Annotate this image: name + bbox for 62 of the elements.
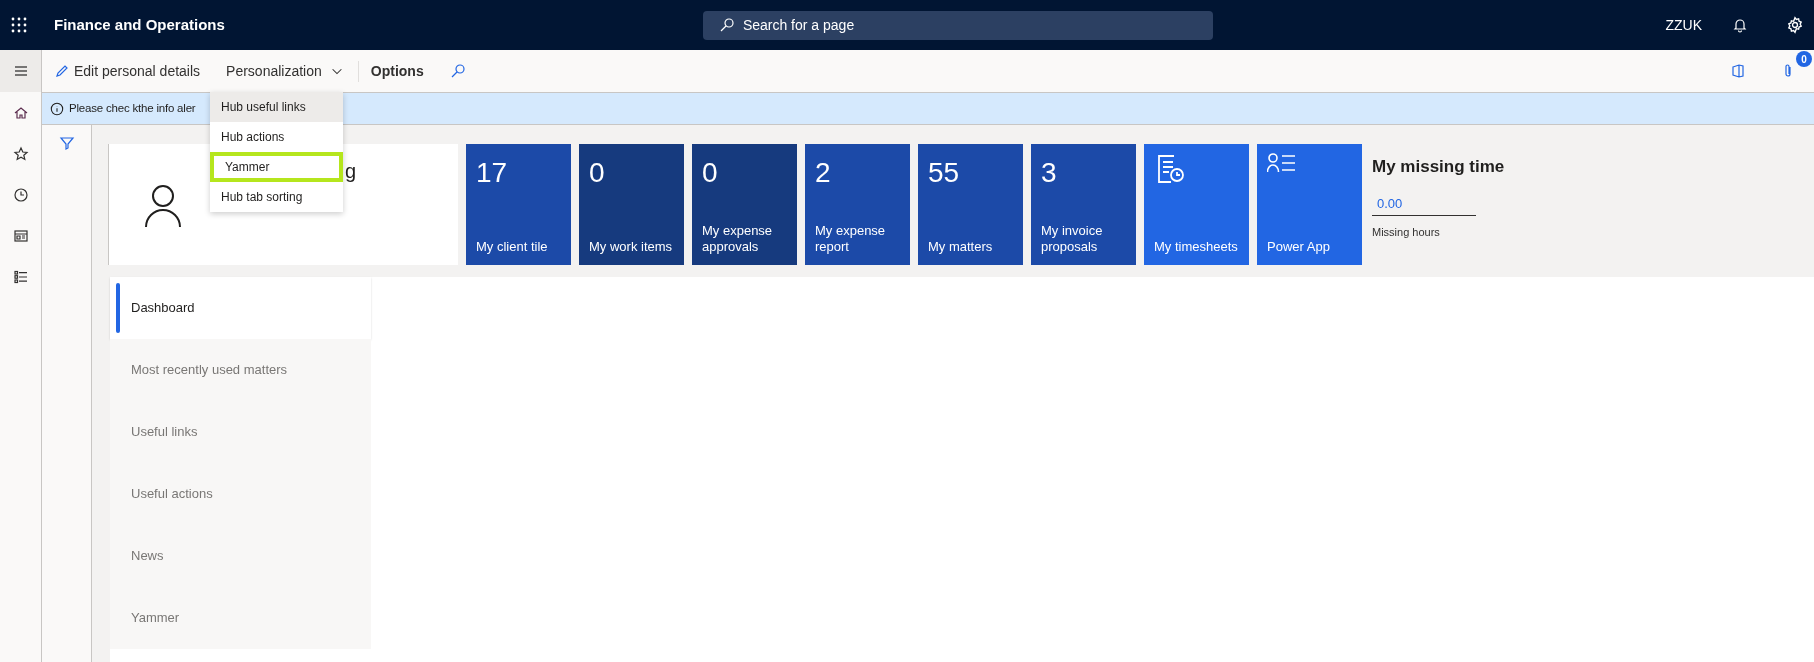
list-icon[interactable] bbox=[12, 268, 29, 285]
person-list-icon bbox=[1267, 152, 1297, 174]
hub-tab[interactable]: Useful links bbox=[110, 401, 371, 463]
profile-name: g bbox=[345, 159, 357, 184]
tile-label: My invoice proposals bbox=[1041, 223, 1104, 255]
options-button[interactable]: Options bbox=[357, 60, 424, 82]
office-icon[interactable] bbox=[1730, 63, 1746, 79]
hub-tab[interactable]: Useful actions bbox=[110, 463, 371, 525]
star-icon[interactable] bbox=[12, 145, 29, 162]
menu-icon bbox=[12, 63, 29, 79]
summary-tile[interactable]: Power App bbox=[1257, 144, 1362, 265]
tile-label: My expense report bbox=[815, 223, 887, 255]
summary-tile[interactable]: 55 My matters bbox=[918, 144, 1023, 265]
search-field[interactable]: Search for a page bbox=[742, 14, 1197, 36]
value-field: 0.00 bbox=[1372, 193, 1476, 216]
app-title: Finance and Operations bbox=[54, 14, 225, 35]
summary-tile[interactable]: 3 My invoice proposals bbox=[1031, 144, 1136, 265]
pencil-icon bbox=[54, 63, 70, 79]
workspace-icon[interactable] bbox=[12, 227, 29, 244]
search-bar[interactable]: Search for a page bbox=[702, 10, 1213, 40]
tile-count: 0 bbox=[702, 156, 719, 190]
menu-item[interactable]: Hub tab sorting bbox=[210, 182, 343, 212]
hub-tab[interactable]: News bbox=[110, 525, 371, 587]
selected-indicator bbox=[116, 283, 120, 333]
filter-icon[interactable] bbox=[58, 135, 75, 151]
info-message: Please chec kthe info aler bbox=[69, 100, 196, 116]
summary-tile[interactable]: 0 My work items bbox=[579, 144, 684, 265]
company-label[interactable]: ZZUK bbox=[1665, 14, 1702, 36]
tile-label: My expense approvals bbox=[702, 223, 774, 255]
menu-item[interactable]: Yammer bbox=[210, 152, 343, 182]
edit-button[interactable]: Edit personal details bbox=[54, 60, 201, 82]
hub-tab[interactable]: Most recently used matters bbox=[110, 339, 371, 401]
menu-item[interactable]: Hub actions bbox=[210, 122, 343, 152]
summary-tile[interactable]: 17 My client tile bbox=[466, 144, 571, 265]
bell-icon[interactable] bbox=[1732, 17, 1748, 33]
count-badge: 0 bbox=[1796, 51, 1812, 67]
person-icon bbox=[143, 182, 183, 227]
tile-label: My matters bbox=[928, 239, 994, 255]
menu-item[interactable]: Hub useful links bbox=[210, 92, 343, 122]
summary-tile[interactable]: 2 My expense report bbox=[805, 144, 910, 265]
tile-label: Power App bbox=[1267, 239, 1331, 255]
tile-label: My timesheets bbox=[1154, 239, 1239, 255]
section-title: My missing time bbox=[1372, 156, 1505, 178]
hub-tab[interactable]: Yammer bbox=[110, 587, 371, 649]
tile-label: My work items bbox=[589, 239, 674, 255]
field-caption: Missing hours bbox=[1372, 225, 1441, 240]
hub-tab[interactable]: Dashboard bbox=[110, 277, 371, 339]
settings-icon[interactable] bbox=[1786, 16, 1804, 34]
tile-count: 55 bbox=[928, 156, 961, 190]
tile-count: 0 bbox=[589, 156, 606, 190]
search-icon bbox=[718, 17, 735, 33]
info-icon bbox=[50, 101, 64, 116]
tile-label: My client tile bbox=[476, 239, 549, 255]
summary-tile[interactable]: 0 My expense approvals bbox=[692, 144, 797, 265]
tile-count: 17 bbox=[476, 156, 509, 190]
tile-count: 3 bbox=[1041, 156, 1058, 190]
summary-tile[interactable]: My timesheets bbox=[1144, 144, 1249, 265]
menu-button[interactable] bbox=[0, 50, 41, 92]
tile-count: 2 bbox=[815, 156, 832, 190]
search-icon[interactable] bbox=[449, 63, 466, 79]
clock-icon[interactable] bbox=[12, 186, 29, 203]
app-launcher-icon[interactable] bbox=[11, 17, 27, 33]
